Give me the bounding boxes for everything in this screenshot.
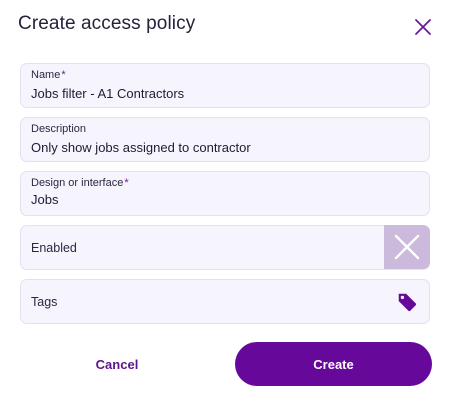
description-field[interactable]: Description Only show jobs assigned to c… <box>20 117 430 162</box>
create-button[interactable]: Create <box>235 342 432 386</box>
tags-label: Tags <box>31 294 58 309</box>
enabled-row: Enabled <box>20 225 430 270</box>
tags-field[interactable]: Tags <box>20 279 430 324</box>
name-field[interactable]: Name* Jobs filter - A1 Contractors <box>20 63 430 108</box>
name-label: Name* <box>31 69 66 81</box>
description-value: Only show jobs assigned to contractor <box>31 140 251 155</box>
design-or-interface-field[interactable]: Design or interface* Jobs <box>20 171 430 216</box>
close-icon <box>415 19 431 35</box>
design-value: Jobs <box>31 192 59 207</box>
x-icon <box>394 234 420 260</box>
description-label: Description <box>31 123 87 135</box>
close-button[interactable] <box>411 15 435 39</box>
dialog-title: Create access policy <box>18 13 196 34</box>
enabled-label: Enabled <box>31 240 77 255</box>
name-value: Jobs filter - A1 Contractors <box>31 86 185 101</box>
tags-button[interactable] <box>395 290 419 314</box>
enabled-toggle[interactable] <box>384 225 430 269</box>
required-mark: * <box>124 177 129 189</box>
cancel-button[interactable]: Cancel <box>46 342 188 386</box>
create-access-policy-dialog: Create access policy Name* Jobs filter -… <box>0 0 450 405</box>
tag-icon <box>398 293 417 311</box>
design-label: Design or interface* <box>31 177 129 189</box>
required-mark: * <box>61 69 66 81</box>
